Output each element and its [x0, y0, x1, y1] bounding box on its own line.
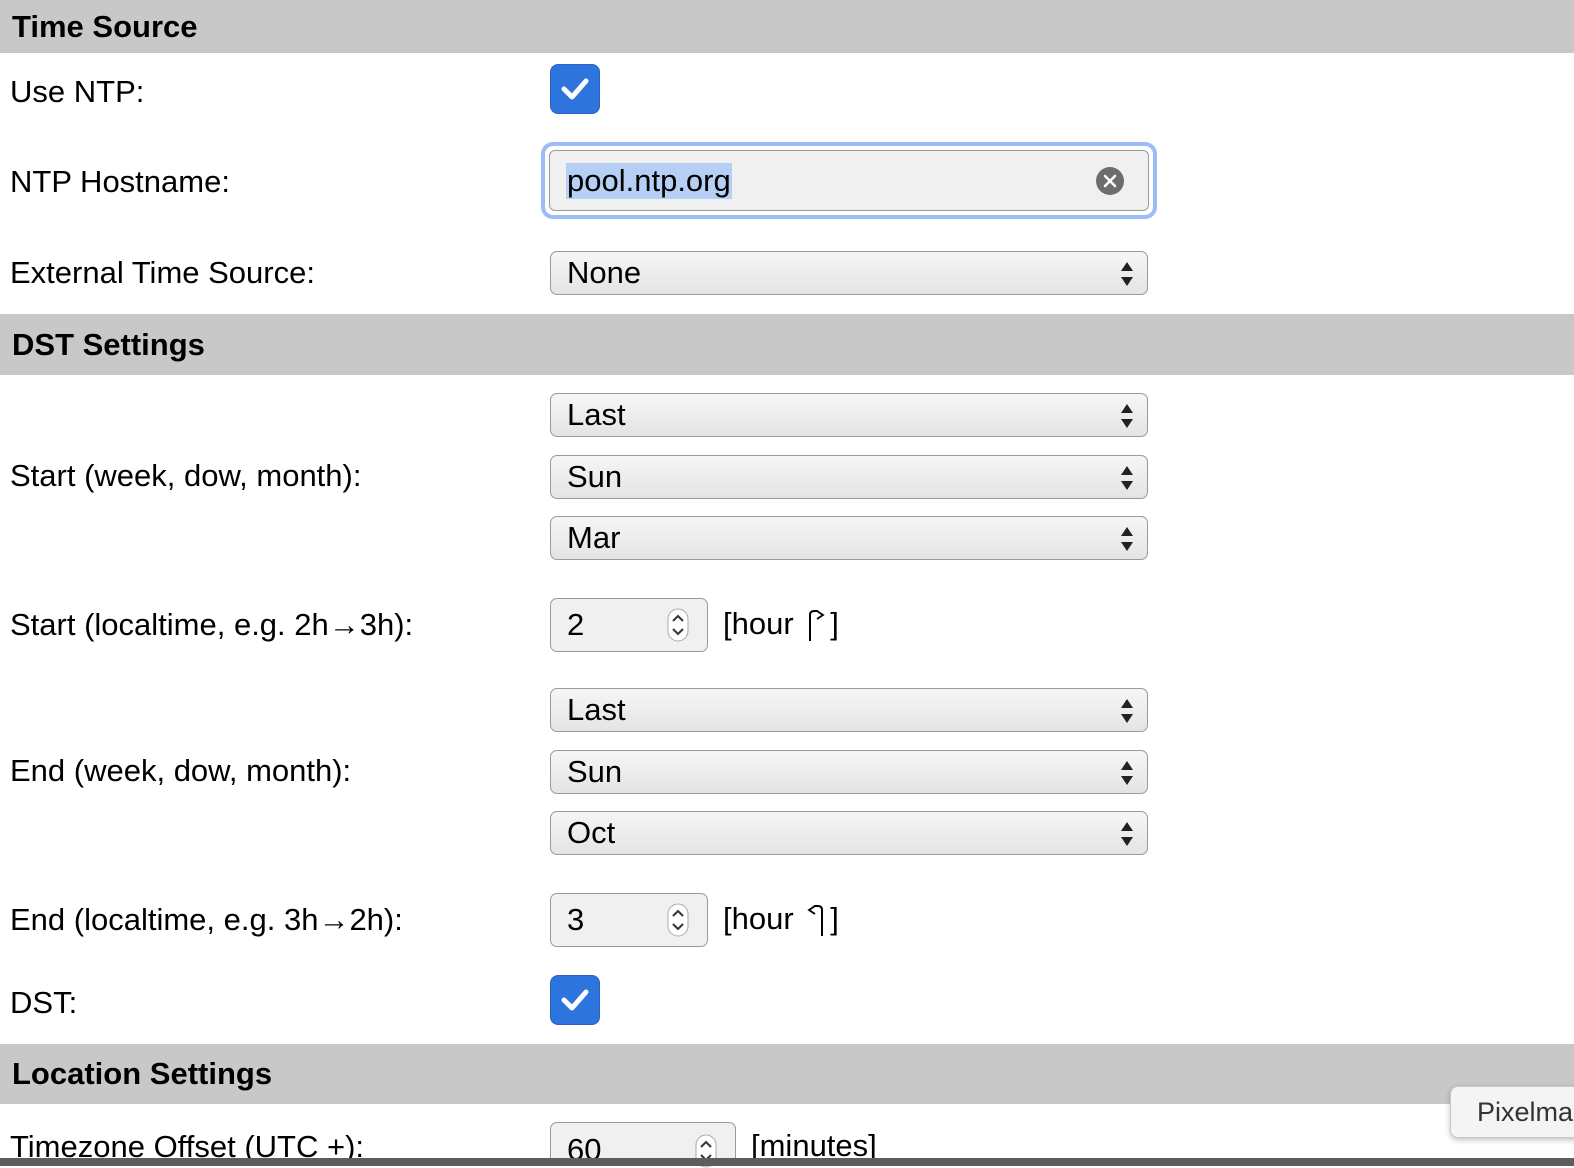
external-time-source-label: External Time Source:	[10, 255, 315, 290]
number-value: 3	[567, 902, 585, 937]
section-title: DST Settings	[12, 326, 205, 362]
number-value: 2	[567, 607, 585, 642]
window-bottom-edge	[0, 1158, 1574, 1166]
dst-end-month-select[interactable]: Oct	[550, 811, 1148, 855]
tooltip: Pixelma	[1450, 1086, 1574, 1138]
dst-start-label: Start (week, dow, month):	[10, 458, 362, 493]
dst-start-time-label: Start (localtime, e.g. 2h→3h):	[10, 607, 414, 642]
hour-forward-icon	[809, 609, 825, 641]
select-value: None	[567, 255, 642, 290]
use-ntp-checkbox[interactable]	[550, 64, 600, 114]
tooltip-text: Pixelma	[1477, 1096, 1574, 1127]
ntp-hostname-value[interactable]: pool.ntp.org	[566, 162, 732, 199]
dst-end-time-label: End (localtime, e.g. 3h→2h):	[10, 902, 403, 937]
dst-end-week-select[interactable]: Last	[550, 688, 1148, 732]
select-value: Sun	[567, 459, 623, 494]
select-value: Oct	[567, 815, 616, 850]
dst-checkbox[interactable]	[550, 975, 600, 1025]
checkmark-icon	[561, 989, 589, 1011]
select-value: Last	[567, 397, 626, 432]
select-value: Last	[567, 692, 626, 727]
ntp-hostname-field[interactable]: pool.ntp.org	[541, 142, 1157, 219]
section-header-location-settings: Location Settings	[0, 1044, 1574, 1104]
hour-back-icon	[807, 904, 824, 936]
select-arrows-icon	[1121, 761, 1133, 785]
dst-start-dow-select[interactable]: Sun	[550, 455, 1148, 499]
ntp-hostname-input[interactable]: pool.ntp.org	[549, 150, 1149, 211]
section-header-dst-settings: DST Settings	[0, 314, 1574, 375]
select-value: Mar	[567, 520, 621, 555]
dst-end-label: End (week, dow, month):	[10, 753, 352, 788]
section-title: Time Source	[12, 8, 198, 44]
clear-icon[interactable]	[1096, 166, 1124, 195]
dst-end-time-input[interactable]: 3	[550, 893, 708, 947]
select-arrows-icon	[1121, 262, 1133, 286]
stepper-icon[interactable]	[667, 903, 689, 937]
select-value: Sun	[567, 754, 623, 789]
dst-start-month-select[interactable]: Mar	[550, 516, 1148, 560]
ntp-hostname-label: NTP Hostname:	[10, 164, 230, 199]
dst-end-unit: [hour ]	[723, 901, 839, 936]
section-header-time-source: Time Source	[0, 0, 1574, 53]
select-arrows-icon	[1121, 404, 1133, 428]
external-time-source-select[interactable]: None	[550, 251, 1148, 295]
select-arrows-icon	[1121, 822, 1133, 846]
select-arrows-icon	[1121, 527, 1133, 551]
dst-start-unit: [hour ]	[723, 606, 839, 641]
use-ntp-label: Use NTP:	[10, 74, 145, 109]
checkmark-icon	[561, 78, 589, 100]
dst-start-time-input[interactable]: 2	[550, 598, 708, 652]
stepper-icon[interactable]	[667, 608, 689, 642]
dst-end-dow-select[interactable]: Sun	[550, 750, 1148, 794]
select-arrows-icon	[1121, 466, 1133, 490]
section-title: Location Settings	[12, 1056, 273, 1091]
dst-start-week-select[interactable]: Last	[550, 393, 1148, 437]
select-arrows-icon	[1121, 699, 1133, 723]
dst-label: DST:	[10, 985, 78, 1020]
